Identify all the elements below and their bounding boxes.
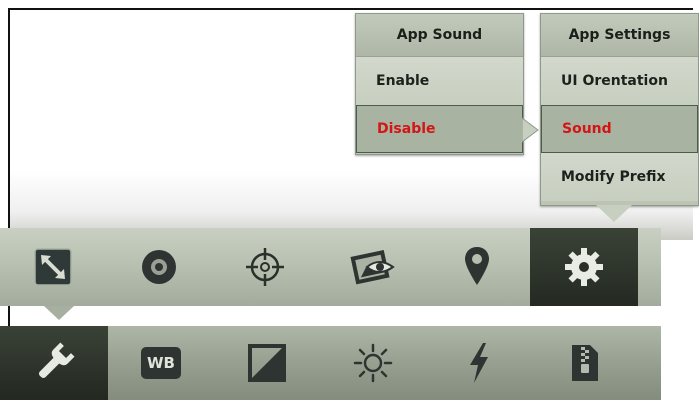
exposure-icon bbox=[248, 344, 286, 382]
wb-icon: WB bbox=[141, 347, 181, 379]
tool-location[interactable] bbox=[424, 228, 530, 306]
menu-item-sound[interactable]: Sound bbox=[541, 105, 698, 153]
tool-white-balance[interactable]: WB bbox=[108, 326, 214, 400]
menu-item-ui-orentation[interactable]: UI Orentation bbox=[541, 57, 698, 105]
submenu-arrow bbox=[522, 117, 539, 143]
toolbar-pointer bbox=[44, 306, 74, 320]
resize-arrows-icon bbox=[34, 248, 72, 286]
toolbar-top bbox=[0, 228, 661, 306]
tool-image-eye[interactable] bbox=[318, 228, 424, 306]
brightness-icon bbox=[353, 343, 393, 383]
flash-icon bbox=[470, 343, 488, 383]
wrench-icon bbox=[38, 342, 75, 379]
menu-item-modify-prefix[interactable]: Modify Prefix bbox=[541, 153, 698, 201]
app-sound-menu-title: App Sound bbox=[356, 14, 523, 57]
gear-icon bbox=[565, 248, 603, 286]
crosshair-icon bbox=[246, 248, 284, 286]
tool-settings-active[interactable] bbox=[530, 228, 638, 306]
camera-app-screen: App Sound Enable Disable App Settings UI… bbox=[0, 0, 699, 400]
app-settings-menu: App Settings UI Orentation Sound Modify … bbox=[540, 13, 699, 206]
app-settings-menu-title: App Settings bbox=[541, 14, 698, 57]
tool-disc[interactable] bbox=[106, 228, 212, 306]
app-sound-menu: App Sound Enable Disable bbox=[355, 13, 524, 155]
tool-flash[interactable] bbox=[426, 326, 532, 400]
wb-icon-label: WB bbox=[147, 354, 175, 372]
tool-zip[interactable] bbox=[532, 326, 638, 400]
tool-wrench-active[interactable] bbox=[0, 326, 108, 400]
location-pin-icon bbox=[465, 247, 489, 285]
disc-icon bbox=[142, 250, 176, 284]
zip-file-icon bbox=[572, 345, 598, 381]
tool-exposure[interactable] bbox=[214, 326, 320, 400]
menu-item-enable[interactable]: Enable bbox=[356, 57, 523, 105]
image-eye-icon bbox=[350, 249, 395, 285]
tool-crosshair[interactable] bbox=[212, 228, 318, 306]
menu-item-disable[interactable]: Disable bbox=[356, 105, 523, 153]
tool-resize[interactable] bbox=[0, 228, 106, 306]
toolbar-bottom: WB bbox=[0, 326, 661, 400]
tool-brightness[interactable] bbox=[320, 326, 426, 400]
menu-pointer bbox=[596, 205, 632, 222]
